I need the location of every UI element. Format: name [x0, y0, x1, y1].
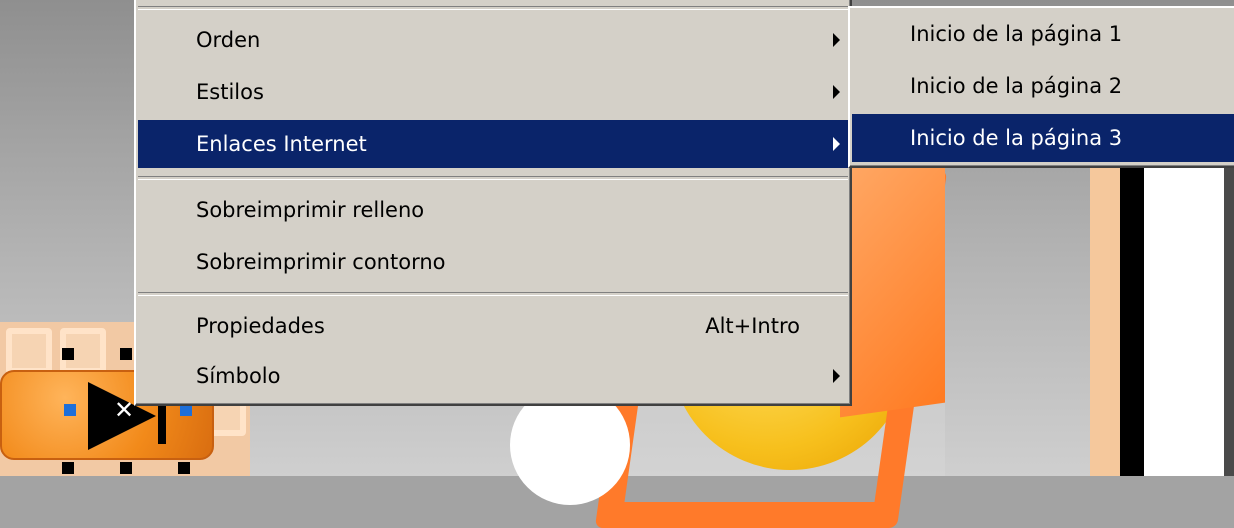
submenu-item-pagina-2[interactable]: Inicio de la página 2: [852, 62, 1234, 110]
menu-item-simbolo[interactable]: Símbolo: [138, 352, 848, 400]
menu-item-estilos[interactable]: Estilos: [138, 68, 848, 116]
menu-separator: [138, 176, 848, 180]
menu-item-label: Enlaces Internet: [196, 132, 367, 156]
triangle-right-icon: [833, 85, 840, 99]
selection-handle[interactable]: [62, 348, 74, 360]
menu-item-sobreimprimir-relleno[interactable]: Sobreimprimir relleno: [138, 186, 848, 234]
submenu-item-pagina-3[interactable]: Inicio de la página 3: [852, 114, 1234, 162]
menu-separator: [138, 292, 848, 296]
selection-handle[interactable]: [120, 462, 132, 474]
submenu-item-label: Inicio de la página 3: [910, 126, 1123, 150]
menu-item-propiedades[interactable]: Propiedades Alt+Intro: [138, 302, 848, 350]
menu-item-label: Sobreimprimir contorno: [196, 250, 446, 274]
menu-item-label: Sobreimprimir relleno: [196, 198, 425, 222]
submenu-item-label: Inicio de la página 2: [910, 74, 1123, 98]
selection-handle[interactable]: [178, 462, 190, 474]
black-bar-shape: [1120, 165, 1144, 476]
triangle-right-icon: [833, 137, 840, 151]
submenu-item-label: Inicio de la página 1: [910, 22, 1123, 46]
menu-item-label: Símbolo: [196, 364, 281, 388]
menu-separator: [138, 6, 848, 10]
menu-item-label: Propiedades: [196, 314, 325, 338]
submenu-item-pagina-1[interactable]: Inicio de la página 1: [852, 10, 1234, 58]
white-panel-shape: [1144, 165, 1224, 476]
x-icon: ✕: [114, 396, 135, 424]
submenu-enlaces-internet: Inicio de la página 1 Inicio de la págin…: [848, 6, 1234, 168]
menu-item-sobreimprimir-contorno[interactable]: Sobreimprimir contorno: [138, 238, 848, 286]
triangle-right-icon: [833, 369, 840, 383]
window-edge: [1224, 165, 1234, 476]
triangle-right-icon: [833, 33, 840, 47]
tile-pattern-right: [1090, 165, 1120, 476]
selection-handle[interactable]: [62, 462, 74, 474]
context-menu: Orden Estilos Enlaces Internet Sobreimpr…: [134, 0, 852, 406]
selection-handle[interactable]: [120, 348, 132, 360]
menu-item-orden[interactable]: Orden: [138, 16, 848, 64]
menu-item-shortcut: Alt+Intro: [705, 314, 800, 338]
menu-item-enlaces-internet[interactable]: Enlaces Internet: [138, 120, 848, 168]
menu-item-label: Estilos: [196, 80, 264, 104]
menu-item-label: Orden: [196, 28, 261, 52]
tile-box: [6, 328, 52, 374]
orange-block-shape[interactable]: [840, 152, 945, 418]
selection-handle[interactable]: [64, 404, 76, 416]
